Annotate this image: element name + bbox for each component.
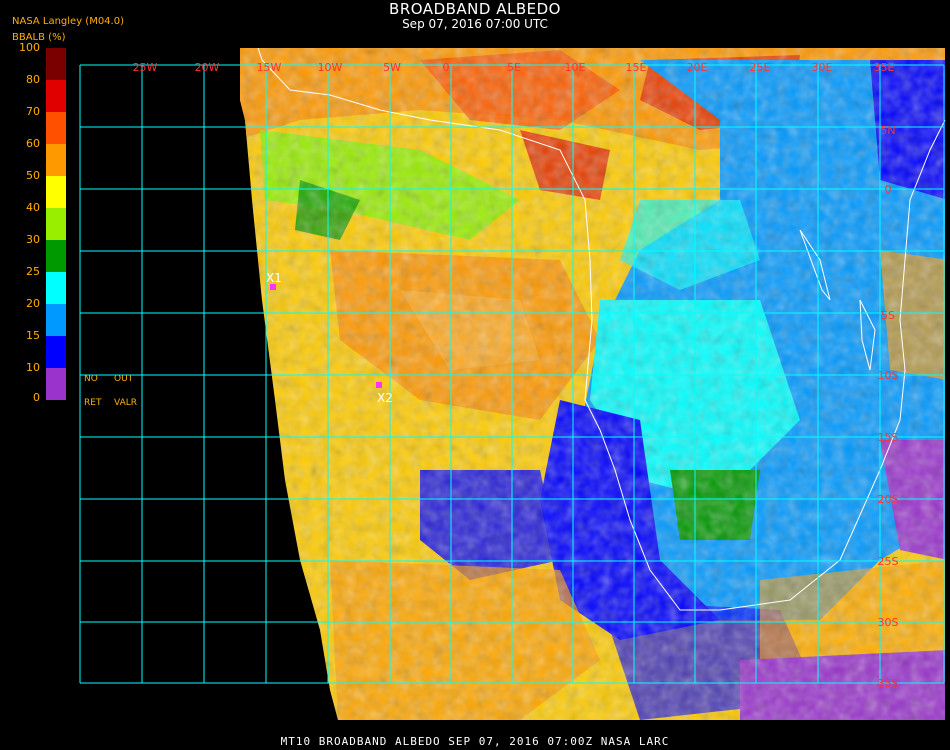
longitude-label: 20W bbox=[195, 61, 220, 74]
latitude-label: 5S bbox=[881, 309, 895, 322]
marker-x2-label: X2 bbox=[377, 391, 393, 405]
latitude-label: 30S bbox=[878, 616, 899, 629]
longitude-label: 10E bbox=[565, 61, 586, 74]
longitude-label: 15E bbox=[626, 61, 647, 74]
longitude-label: 35E bbox=[874, 61, 895, 74]
longitude-label: 10W bbox=[318, 61, 343, 74]
latitude-label: 5N bbox=[880, 124, 895, 137]
latitude-label: 0 bbox=[885, 183, 892, 196]
latitude-label: 35S bbox=[878, 677, 899, 690]
longitude-label: 25W bbox=[133, 61, 158, 74]
longitude-label: 20E bbox=[687, 61, 708, 74]
bottom-caption: MT10 BROADBAND ALBEDO SEP 07, 2016 07:00… bbox=[280, 735, 670, 748]
longitude-label: 15W bbox=[257, 61, 282, 74]
albedo-swath bbox=[240, 48, 945, 720]
longitude-label: 25E bbox=[750, 61, 771, 74]
longitude-label: 0 bbox=[443, 61, 450, 74]
latitude-label: 25S bbox=[878, 555, 899, 568]
latitude-label: 10S bbox=[878, 369, 899, 382]
albedo-map: 25W 20W 15W 10W 5W 0 5E 10E 15E 20E 25E 30E 35E 5N 0 5S… bbox=[79, 47, 946, 720]
longitude-label: 5W bbox=[383, 61, 401, 74]
latitude-label: 15S bbox=[878, 431, 899, 444]
latitude-label: 20S bbox=[878, 493, 899, 506]
longitude-label: 5E bbox=[507, 61, 521, 74]
marker-x2-point bbox=[376, 382, 382, 388]
longitude-label: 30E bbox=[812, 61, 833, 74]
marker-x1-label: X1 bbox=[266, 271, 282, 285]
